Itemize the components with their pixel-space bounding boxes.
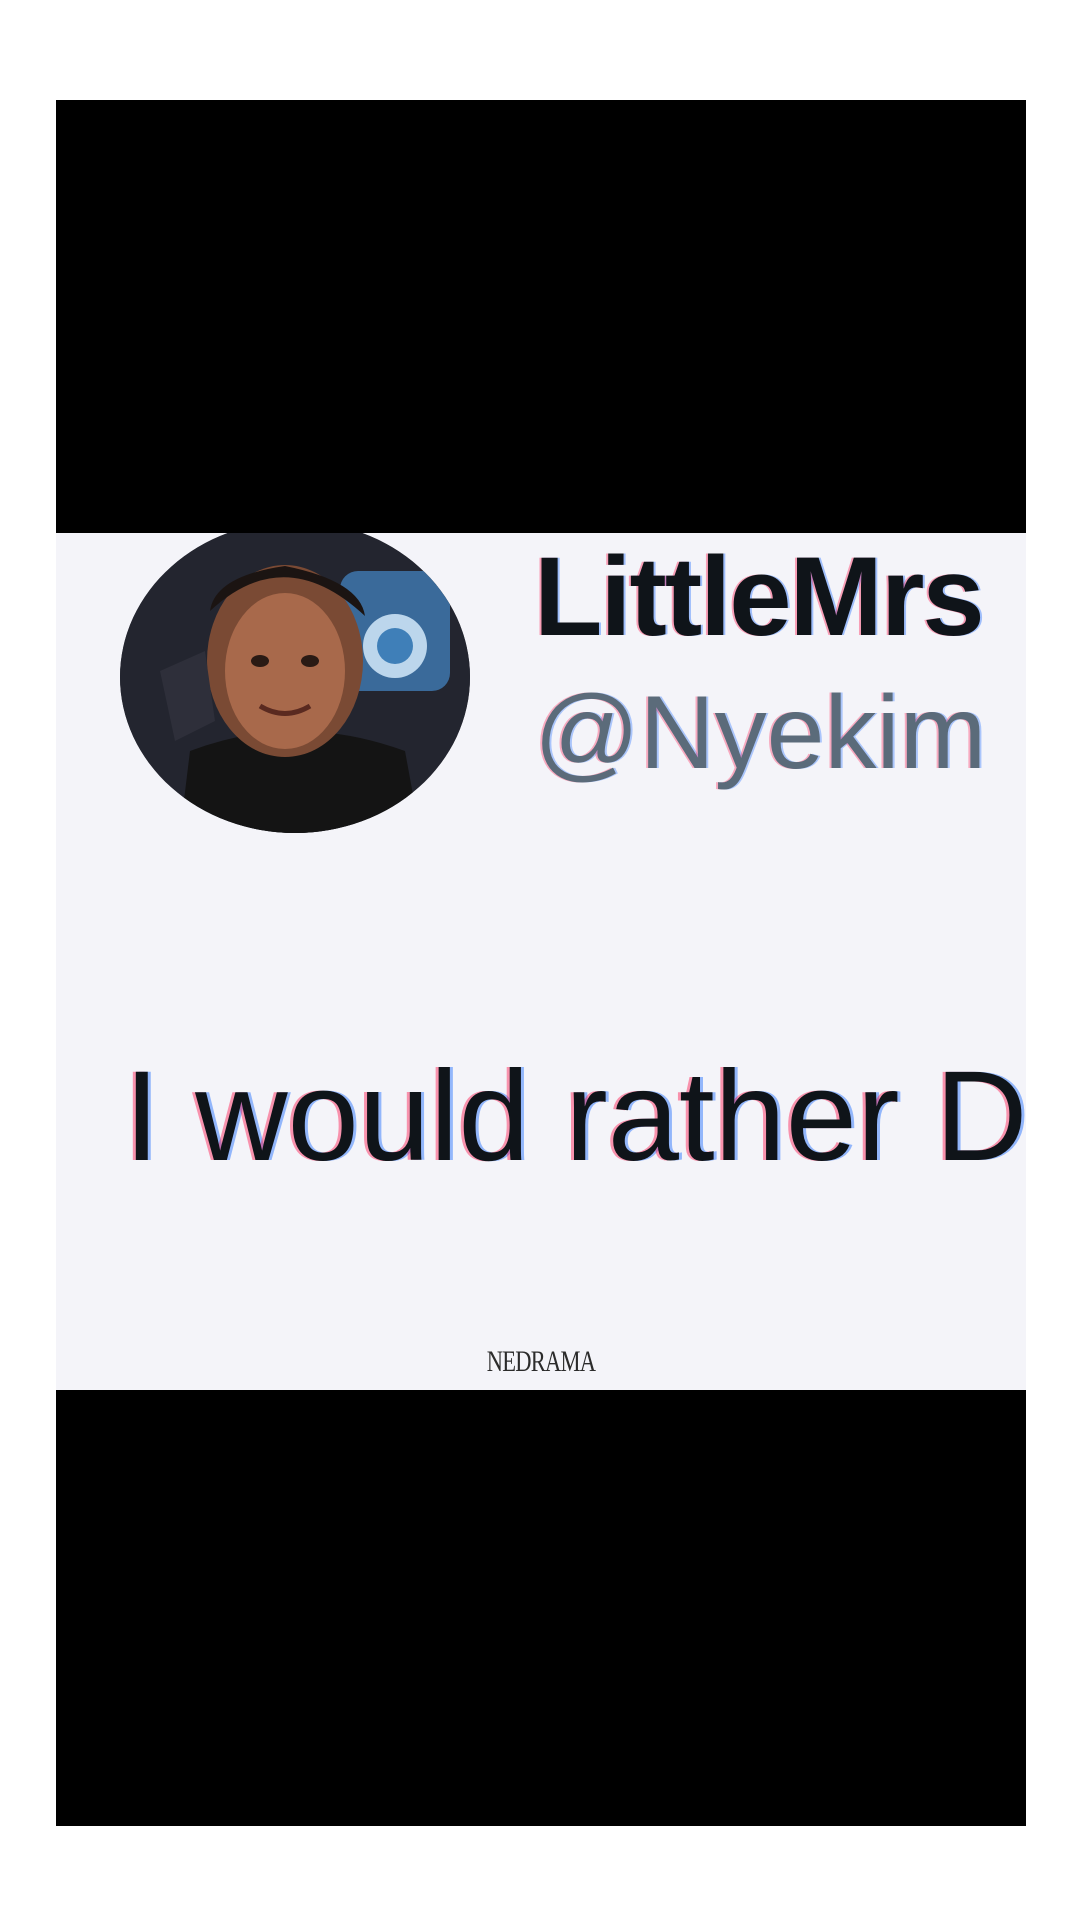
tweet-screenshot: LittleMrs @Nyekim I would rather D NEDRA… [56,533,1026,1390]
letterbox-bottom [56,1390,1026,1826]
avatar-photo-icon [120,533,470,833]
video-frame[interactable]: LittleMrs @Nyekim I would rather D NEDRA… [56,100,1026,1826]
tweet-body-text: I would rather D [124,1045,1026,1188]
screen: LittleMrs @Nyekim I would rather D NEDRA… [0,0,1080,1920]
watermark-logo: NEDRAMA [486,1345,596,1378]
tweet-handle: @Nyekim [534,675,987,791]
letterbox-top [56,100,1026,533]
tweet-display-name: LittleMrs [534,534,985,659]
profile-avatar [120,533,470,833]
